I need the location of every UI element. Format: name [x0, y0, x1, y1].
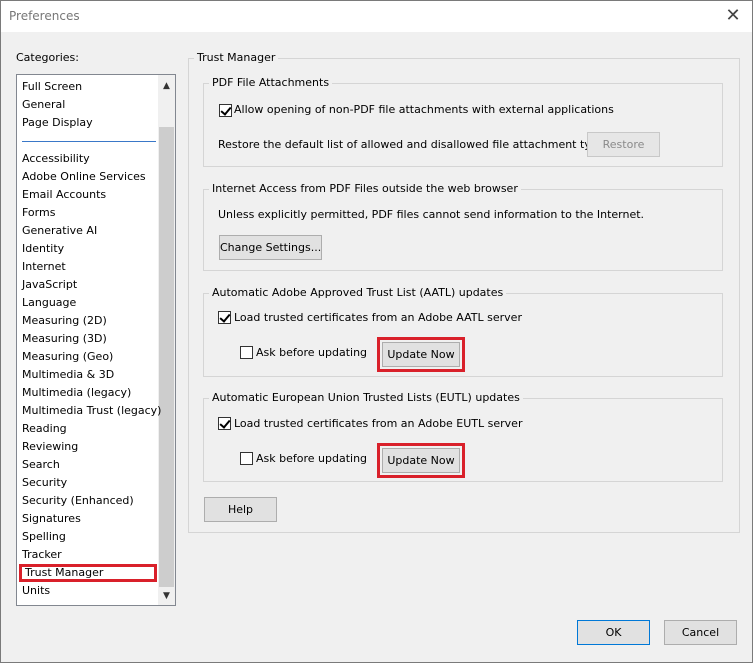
eutl-ask-checkbox[interactable] [240, 452, 253, 465]
pdf-attachments-title: PDF File Attachments [209, 76, 333, 89]
aatl-load-checkbox[interactable] [218, 311, 231, 324]
help-button[interactable]: Help [204, 497, 277, 522]
category-item[interactable]: Multimedia (legacy) [22, 384, 131, 402]
cancel-button[interactable]: Cancel [664, 620, 737, 645]
category-item[interactable]: Spelling [22, 528, 66, 546]
category-item[interactable]: Multimedia Trust (legacy) [22, 402, 161, 420]
category-item[interactable]: Email Accounts [22, 186, 106, 204]
allow-attachments-checkbox[interactable] [219, 104, 232, 117]
eutl-load-checkbox[interactable] [218, 417, 231, 430]
title-bar: Preferences ✕ [1, 1, 752, 32]
category-item[interactable]: Page Display [22, 114, 93, 132]
category-item[interactable]: Generative AI [22, 222, 97, 240]
category-item[interactable]: Reading [22, 420, 67, 438]
category-item[interactable]: Language [22, 294, 76, 312]
allow-attachments-label: Allow opening of non-PDF file attachment… [234, 103, 614, 116]
eutl-update-now-button[interactable]: Update Now [382, 448, 460, 473]
window-title: Preferences [9, 9, 80, 23]
aatl-ask-checkbox[interactable] [240, 346, 253, 359]
aatl-ask-label: Ask before updating [256, 346, 368, 359]
category-item[interactable]: Internet [22, 258, 66, 276]
panel-title: Trust Manager [194, 51, 279, 64]
categories-scrollbar[interactable]: ▲ ▼ [158, 75, 175, 605]
eutl-ask-label: Ask before updating [256, 452, 368, 465]
categories-list[interactable]: ▲ ▼ Full Screen General Page Display Access… [16, 74, 176, 606]
internet-access-text: Unless explicitly permitted, PDF files c… [218, 208, 645, 221]
eutl-load-label: Load trusted certificates from an Adobe … [234, 417, 523, 430]
category-item[interactable]: Security [22, 474, 67, 492]
restore-text: Restore the default list of allowed and … [218, 138, 614, 151]
close-icon[interactable]: ✕ [720, 4, 746, 28]
category-item[interactable]: Units [22, 582, 50, 600]
preferences-window: Preferences ✕ Categories: ▲ ▼ Full Scree… [0, 0, 753, 663]
category-item[interactable]: Full Screen [22, 78, 82, 96]
category-item[interactable]: Tracker [22, 546, 62, 564]
aatl-title: Automatic Adobe Approved Trust List (AAT… [209, 286, 507, 299]
category-item[interactable]: Adobe Online Services [22, 168, 146, 186]
eutl-title: Automatic European Union Trusted Lists (… [209, 391, 523, 404]
category-item[interactable]: Measuring (3D) [22, 330, 107, 348]
scroll-up-icon[interactable]: ▲ [158, 78, 175, 95]
category-item[interactable]: Multimedia & 3D [22, 366, 114, 384]
category-item[interactable]: Measuring (2D) [22, 312, 107, 330]
categories-label: Categories: [16, 51, 79, 64]
aatl-load-label: Load trusted certificates from an Adobe … [234, 311, 522, 324]
category-item[interactable]: Reviewing [22, 438, 78, 456]
change-settings-button[interactable]: Change Settings... [219, 235, 322, 260]
category-item[interactable]: Identity [22, 240, 64, 258]
category-item[interactable]: Forms [22, 204, 55, 222]
scroll-down-icon[interactable]: ▼ [158, 588, 175, 605]
category-item[interactable]: Measuring (Geo) [22, 348, 113, 366]
category-item[interactable]: Security (Enhanced) [22, 492, 134, 510]
eutl-group [203, 398, 723, 482]
category-item[interactable]: Search [22, 456, 60, 474]
category-item[interactable]: General [22, 96, 65, 114]
category-item[interactable]: Accessibility [22, 150, 90, 168]
category-item[interactable]: Signatures [22, 510, 81, 528]
aatl-group [203, 293, 723, 377]
aatl-update-now-button[interactable]: Update Now [382, 342, 460, 367]
category-item[interactable]: JavaScript [22, 276, 77, 294]
scroll-thumb[interactable] [159, 127, 174, 587]
internet-access-title: Internet Access from PDF Files outside t… [209, 182, 521, 195]
category-separator [22, 141, 156, 142]
restore-button[interactable]: Restore [587, 132, 660, 157]
category-item-selected[interactable]: Trust Manager [19, 564, 157, 582]
ok-button[interactable]: OK [577, 620, 650, 645]
